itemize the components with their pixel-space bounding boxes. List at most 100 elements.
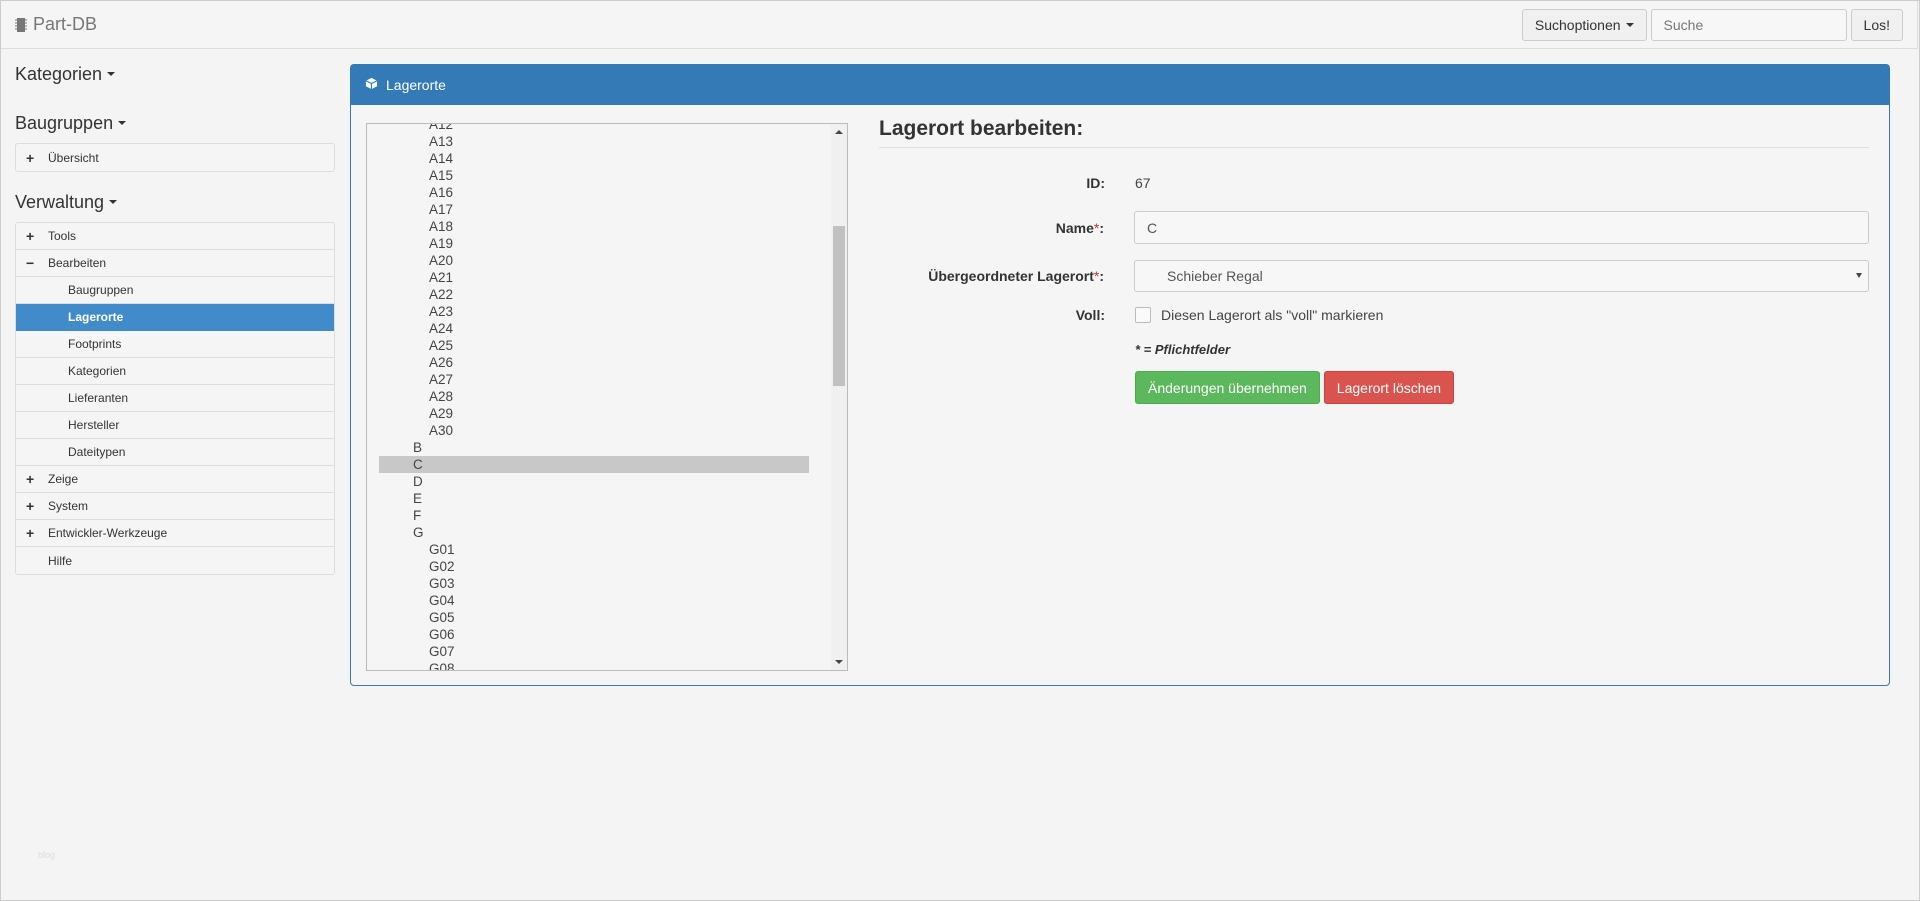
panel-title: Lagerorte (386, 77, 446, 93)
assemblies-item-übersicht[interactable]: + Übersicht (16, 144, 334, 171)
tree-node-a15[interactable]: A15 (367, 167, 837, 184)
location-tree[interactable]: A12 A13 A14 A15 A16 A17 A18 A19 A20 A21 A22 A23 A24 A… (366, 123, 848, 671)
plus-icon: + (26, 149, 35, 166)
admin-item-baugruppen[interactable]: Baugruppen (16, 277, 334, 304)
tree-node-g01[interactable]: G01 (367, 541, 837, 558)
admin-item-hersteller[interactable]: Hersteller (16, 412, 334, 439)
tree-node-a28[interactable]: A28 (367, 388, 837, 405)
categories-heading[interactable]: Kategorien (15, 62, 335, 86)
id-value: 67 (1135, 175, 1151, 191)
admin-item-label: Lieferanten (68, 391, 129, 405)
admin-item-lagerorte[interactable]: Lagerorte (16, 304, 334, 331)
full-checkbox-label[interactable]: Diesen Lagerort als "voll" markieren (1161, 307, 1383, 323)
storage-locations-panel: Lagerorte A12 A13 A14 A15 A16 A17 A18 A19 A20 A21… (350, 64, 1890, 686)
admin-item-kategorien[interactable]: Kategorien (16, 358, 334, 385)
admin-item-label: Dateitypen (68, 445, 126, 459)
admin-list: + Tools − Bearbeiten Baugruppen Lagerorte Foot… (15, 222, 335, 575)
admin-item-hilfe[interactable]: Hilfe (16, 547, 334, 574)
tree-node-a12[interactable]: A12 (367, 124, 837, 133)
tree-node-g08[interactable]: G08 (367, 660, 837, 670)
tree-node-a13[interactable]: A13 (367, 133, 837, 150)
admin-item-tools[interactable]: + Tools (16, 223, 334, 250)
tree-node-g07[interactable]: G07 (367, 643, 837, 660)
tree-node-a21[interactable]: A21 (367, 269, 837, 286)
tree-node-g02[interactable]: G02 (367, 558, 837, 575)
tree-node-a22[interactable]: A22 (367, 286, 837, 303)
tree-node-a20[interactable]: A20 (367, 252, 837, 269)
tree-node-a29[interactable]: A29 (367, 405, 837, 422)
action-buttons-row: Änderungen übernehmen Lagerort löschen (879, 371, 1869, 404)
admin-item-label: System (48, 499, 89, 513)
cube-icon (365, 77, 378, 93)
search-options-label: Suchoptionen (1534, 17, 1621, 33)
tree-node-g[interactable]: G (367, 524, 837, 541)
tree-node-a14[interactable]: A14 (367, 150, 837, 167)
brand[interactable]: Part-DB (15, 14, 97, 35)
assemblies-heading[interactable]: Baugruppen (15, 111, 335, 135)
name-field[interactable]: C (1134, 211, 1869, 244)
admin-item-label: Kategorien (68, 364, 127, 378)
admin-item-lieferanten[interactable]: Lieferanten (16, 385, 334, 412)
scroll-down-icon[interactable] (835, 660, 843, 664)
caret-down-icon (118, 121, 127, 125)
tree-node-g03[interactable]: G03 (367, 575, 837, 592)
minus-icon: − (26, 255, 35, 271)
admin-item-footprints[interactable]: Footprints (16, 331, 334, 358)
admin-item-dateitypen[interactable]: Dateitypen (16, 439, 334, 466)
parent-location-select[interactable]: Schieber Regal (1134, 260, 1869, 292)
caret-down-icon (107, 72, 116, 76)
top-navbar: Part-DB Suchoptionen Los! (0, 0, 1918, 49)
footer-note: blog (38, 850, 56, 860)
full-checkbox[interactable] (1135, 307, 1151, 323)
required-note-row: * = Pflichtfelder (879, 342, 1869, 357)
admin-heading-label: Verwaltung (15, 191, 105, 212)
parent-label-colon: : (1099, 268, 1105, 284)
tree-list: A12 A13 A14 A15 A16 A17 A18 A19 A20 A21 A22 A23 A24 A… (367, 124, 837, 670)
save-changes-button[interactable]: Änderungen übernehmen (1135, 371, 1320, 404)
scroll-up-icon[interactable] (835, 130, 843, 134)
go-button[interactable]: Los! (1850, 9, 1903, 41)
search-input[interactable] (1650, 9, 1847, 41)
brand-name: Part-DB (33, 14, 98, 34)
admin-heading[interactable]: Verwaltung (15, 190, 335, 214)
full-label: Voll: (1075, 307, 1105, 323)
scroll-thumb[interactable] (833, 226, 845, 386)
delete-location-button[interactable]: Lagerort löschen (1323, 371, 1455, 404)
tree-node-g05[interactable]: G05 (367, 609, 837, 626)
tree-node-e[interactable]: E (367, 490, 837, 507)
tree-scrollbar[interactable] (831, 124, 847, 670)
admin-item-system[interactable]: + System (16, 493, 334, 520)
tree-node-c[interactable]: C (379, 456, 809, 473)
admin-item-label: Entwickler-Werkzeuge (48, 526, 168, 540)
tree-node-a23[interactable]: A23 (367, 303, 837, 320)
search-options-button[interactable]: Suchoptionen (1521, 9, 1647, 41)
assemblies-heading-label: Baugruppen (15, 112, 114, 133)
tree-node-a19[interactable]: A19 (367, 235, 837, 252)
categories-heading-label: Kategorien (15, 63, 103, 84)
admin-item-zeige[interactable]: + Zeige (16, 466, 334, 493)
name-row: Name*: C (879, 211, 1869, 244)
plus-icon: + (26, 228, 35, 244)
tree-node-f[interactable]: F (367, 507, 837, 524)
tree-node-a16[interactable]: A16 (367, 184, 837, 201)
tree-node-b[interactable]: B (367, 439, 837, 456)
caret-down-icon (109, 200, 118, 204)
tree-node-a30[interactable]: A30 (367, 422, 837, 439)
tree-node-a24[interactable]: A24 (367, 320, 837, 337)
tree-node-a25[interactable]: A25 (367, 337, 837, 354)
admin-item-bearbeiten[interactable]: − Bearbeiten (16, 250, 334, 277)
tree-node-d[interactable]: D (367, 473, 837, 490)
assemblies-list: + Übersicht (15, 143, 335, 172)
tree-node-g06[interactable]: G06 (367, 626, 837, 643)
tree-node-a27[interactable]: A27 (367, 371, 837, 388)
select-arrow-icon (1856, 273, 1862, 278)
tree-node-a17[interactable]: A17 (367, 201, 837, 218)
tree-node-a18[interactable]: A18 (367, 218, 837, 235)
admin-item-label: Bearbeiten (48, 256, 107, 270)
parent-location-value: Schieber Regal (1167, 268, 1263, 284)
admin-item-entwickler-werkzeuge[interactable]: + Entwickler-Werkzeuge (16, 520, 334, 547)
caret-down-icon (1625, 23, 1634, 27)
tree-node-g04[interactable]: G04 (367, 592, 837, 609)
plus-icon: + (26, 525, 35, 541)
tree-node-a26[interactable]: A26 (367, 354, 837, 371)
